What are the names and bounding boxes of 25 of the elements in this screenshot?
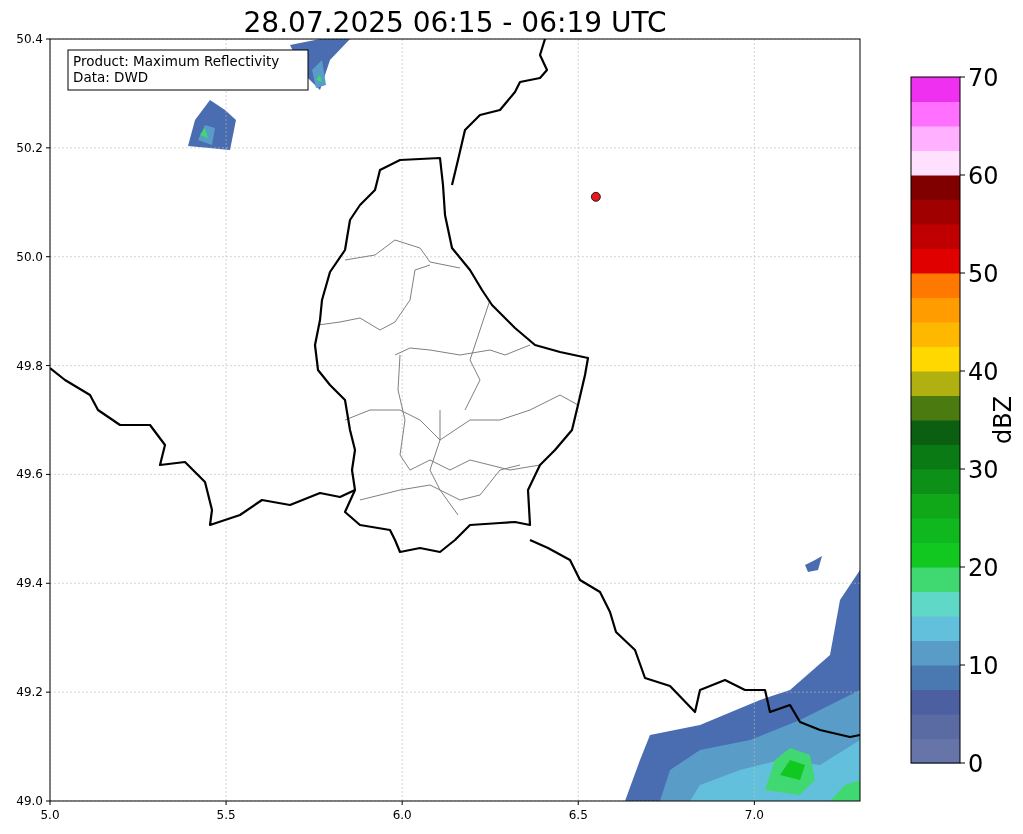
x-tick-label: 6.5 xyxy=(568,808,588,822)
colorbar-tick-label: 10 xyxy=(968,652,999,680)
colorbar-tick-label: 70 xyxy=(968,64,999,92)
colorbar-tick-label: 20 xyxy=(968,554,999,582)
colorbar-tick-label: 40 xyxy=(968,358,999,386)
y-tick-label: 49.8 xyxy=(16,358,43,373)
colorbar-label: dBZ xyxy=(989,395,1017,445)
colorbar-tick-label: 30 xyxy=(968,456,999,484)
y-tick-label: 50.0 xyxy=(16,249,43,264)
x-tick-label: 7.0 xyxy=(744,808,764,822)
chart-title: 28.07.2025 06:15 - 06:19 UTC xyxy=(243,6,667,39)
y-tick-label: 49.2 xyxy=(16,685,43,700)
x-tick-label: 6.0 xyxy=(392,808,412,822)
colorbar-tick-label: 50 xyxy=(968,260,999,288)
y-tick-label: 50.2 xyxy=(16,140,43,155)
y-tick-label: 49.4 xyxy=(16,576,43,591)
info-text: Product: Maximum Reflectivity xyxy=(73,53,280,69)
x-tick-label: 5.5 xyxy=(216,808,236,822)
y-tick-label: 49.0 xyxy=(16,794,43,808)
info-text: Data: DWD xyxy=(73,69,149,85)
y-tick-label: 49.6 xyxy=(16,467,43,482)
x-tick-label: 5.0 xyxy=(40,808,60,822)
y-tick-label: 50.4 xyxy=(16,32,43,46)
colorbar-tick-label: 60 xyxy=(968,162,999,190)
colorbar-tick-label: 0 xyxy=(968,750,984,778)
